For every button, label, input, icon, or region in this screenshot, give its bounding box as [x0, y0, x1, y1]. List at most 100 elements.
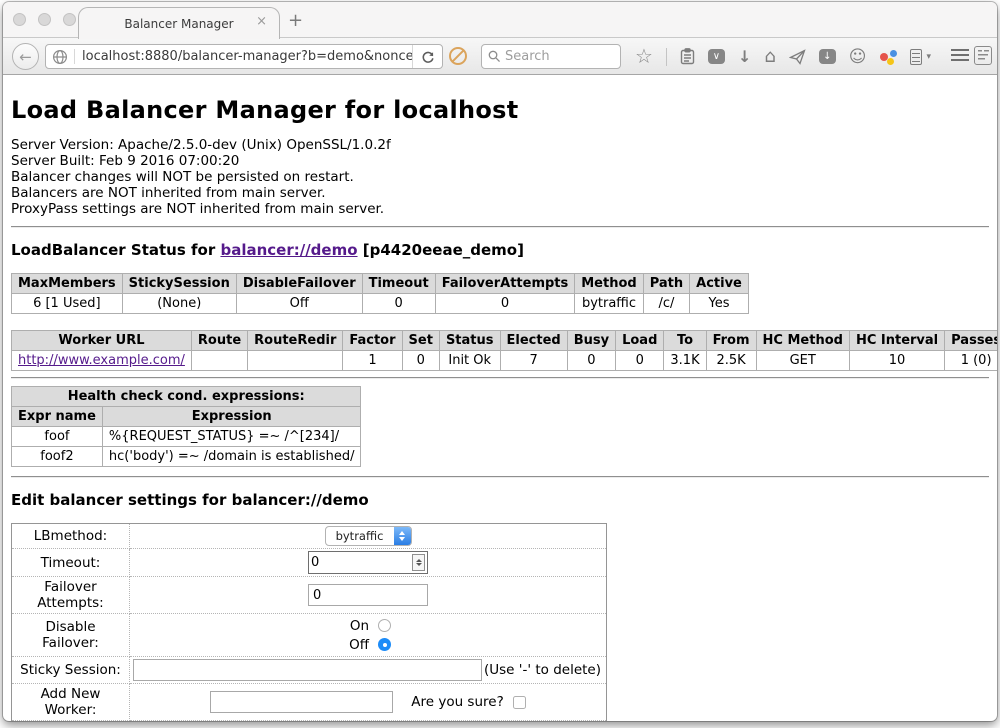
- sticky-session-note: (Use '-' to delete): [484, 662, 603, 678]
- server-version-line: Server Version: Apache/2.5.0-dev (Unix) …: [11, 137, 989, 153]
- window-zoom-button[interactable]: [63, 13, 76, 26]
- column-header: DisableFailover: [236, 274, 362, 294]
- window-close-button[interactable]: [13, 13, 26, 26]
- colored-dots-extension-icon[interactable]: [880, 49, 897, 65]
- lbmethod-select[interactable]: bytraffic: [325, 526, 412, 546]
- column-header: Busy: [567, 331, 615, 351]
- column-header: Status: [439, 331, 500, 351]
- save-download-square-icon[interactable]: ↓: [819, 49, 836, 64]
- back-arrow-icon: ←: [19, 48, 32, 66]
- downloads-icon[interactable]: ↓: [738, 47, 751, 66]
- table-row: http://www.example.com/10Init Ok7003.1K2…: [12, 351, 998, 371]
- table-cell: 7: [500, 351, 567, 371]
- add-worker-label: Add New Worker:: [12, 684, 130, 721]
- table-cell: [248, 351, 343, 371]
- chevron-down-icon[interactable]: ▾: [927, 52, 932, 62]
- url-text[interactable]: localhost:8880/balancer-manager?b=demo&n…: [74, 49, 412, 64]
- search-icon: [488, 50, 501, 63]
- column-header: HC Interval: [849, 331, 944, 351]
- column-header: Expression: [102, 407, 361, 427]
- table-cell: [191, 351, 247, 371]
- window-minimize-button[interactable]: [38, 13, 51, 26]
- site-identity-globe-icon[interactable]: [52, 49, 68, 65]
- new-tab-button[interactable]: +: [288, 10, 303, 31]
- back-button[interactable]: ←: [12, 43, 39, 70]
- server-info: Server Version: Apache/2.5.0-dev (Unix) …: [11, 137, 989, 217]
- column-header: To: [664, 331, 706, 351]
- column-header: HC Method: [756, 331, 849, 351]
- table-cell: Yes: [690, 294, 749, 314]
- table-cell: 0: [616, 351, 664, 371]
- number-spinner-icon[interactable]: [412, 554, 425, 571]
- pocket-icon[interactable]: ∨: [708, 49, 725, 64]
- column-header: Elected: [500, 331, 567, 351]
- clipboard-icon[interactable]: [680, 48, 695, 65]
- sticky-session-label: Sticky Session:: [12, 657, 130, 684]
- sticky-session-row: Sticky Session: (Use '-' to delete): [12, 657, 607, 684]
- table-title: Health check cond. expressions:: [12, 387, 361, 407]
- url-bar[interactable]: localhost:8880/balancer-manager?b=demo&n…: [45, 44, 443, 69]
- status-heading-prefix: LoadBalancer Status for: [11, 241, 220, 259]
- column-header: Path: [643, 274, 689, 294]
- table-cell: bytraffic: [575, 294, 643, 314]
- column-header: Worker URL: [12, 331, 192, 351]
- disable-failover-label: Disable Failover:: [12, 614, 130, 657]
- table-row: foof2hc('body') =~ /domain is establishe…: [12, 447, 361, 467]
- column-header: Load: [616, 331, 664, 351]
- timeout-input-wrap: [308, 551, 428, 574]
- are-you-sure-checkbox[interactable]: [513, 696, 526, 709]
- on-radio-label: On: [345, 618, 369, 634]
- table-cell: 0: [567, 351, 615, 371]
- browser-titlebar: Balancer Manager × +: [3, 2, 997, 38]
- table-cell: 0: [402, 351, 439, 371]
- disable-failover-on-radio[interactable]: [378, 619, 391, 632]
- submit-row: Submit: [12, 721, 607, 722]
- send-plane-icon[interactable]: [789, 49, 806, 65]
- proxypass-notice-line: ProxyPass settings are NOT inherited fro…: [11, 201, 989, 217]
- tab-title: Balancer Manager: [124, 17, 233, 31]
- worker-url-link[interactable]: http://www.example.com/: [18, 353, 185, 368]
- browser-tab[interactable]: Balancer Manager ×: [78, 7, 280, 39]
- toolbar-icons: ☆ ∨ ↓ ⌂ ↓ ☺ ▾: [635, 38, 931, 75]
- table-cell: GET: [756, 351, 849, 371]
- disable-failover-off-radio[interactable]: [378, 638, 391, 651]
- search-bar[interactable]: Search: [481, 44, 621, 69]
- table-cell: 0: [435, 294, 575, 314]
- browser-navbar: ← localhost:8880/balancer-manager?b=demo…: [3, 38, 997, 75]
- reload-button[interactable]: [412, 45, 442, 68]
- edit-balancer-form: LBmethod: bytraffic Timeout:: [11, 523, 607, 721]
- balancer-status-table: MaxMembersStickySessionDisableFailoverTi…: [11, 273, 749, 314]
- column-header: Expr name: [12, 407, 103, 427]
- toolbar-divider: [666, 48, 667, 66]
- smiley-icon[interactable]: ☺: [849, 47, 867, 67]
- column-header: Timeout: [362, 274, 435, 294]
- balancers-notice-line: Balancers are NOT inherited from main se…: [11, 185, 989, 201]
- content-blocked-icon[interactable]: [449, 47, 467, 65]
- sidebar-notebook-icon[interactable]: [910, 49, 922, 65]
- search-placeholder: Search: [505, 49, 550, 64]
- bookmark-star-icon[interactable]: ☆: [635, 44, 653, 68]
- add-worker-input[interactable]: [210, 691, 393, 713]
- section-divider: [11, 226, 989, 228]
- table-cell: 10: [849, 351, 944, 371]
- balancer-demo-link[interactable]: balancer://demo: [220, 241, 357, 259]
- tab-close-icon[interactable]: ×: [256, 15, 267, 28]
- column-header: Factor: [343, 331, 402, 351]
- grid-tiles-icon[interactable]: [974, 46, 992, 65]
- table-cell: 1: [343, 351, 402, 371]
- table-cell: 6 [1 Used]: [12, 294, 123, 314]
- table-cell: Init Ok: [439, 351, 500, 371]
- timeout-input[interactable]: [311, 555, 412, 570]
- column-header: Set: [402, 331, 439, 351]
- table-cell: (None): [122, 294, 236, 314]
- home-icon[interactable]: ⌂: [764, 46, 775, 67]
- health-check-table: Health check cond. expressions:Expr name…: [11, 386, 361, 467]
- section-divider: [11, 377, 989, 379]
- menu-hamburger-icon[interactable]: [951, 49, 969, 64]
- table-row: foof%{REQUEST_STATUS} =~ /^[234]/: [12, 427, 361, 447]
- failover-attempts-input[interactable]: [308, 584, 428, 606]
- lbmethod-row: LBmethod: bytraffic: [12, 524, 607, 549]
- lbmethod-label: LBmethod:: [12, 524, 130, 549]
- sticky-session-input[interactable]: [133, 659, 482, 681]
- table-header-row: Worker URLRouteRouteRedirFactorSetStatus…: [12, 331, 998, 351]
